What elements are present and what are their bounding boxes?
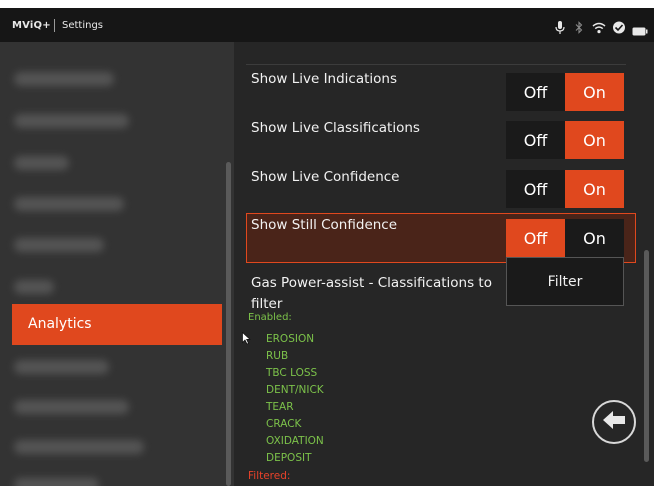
filter-button[interactable]: Filter <box>506 257 624 306</box>
sidebar-item-label: Analytics <box>28 316 92 332</box>
enabled-item: TBC LOSS <box>266 367 318 379</box>
sidebar-item-blurred[interactable] <box>14 197 124 211</box>
toggle-on-button[interactable]: On <box>565 219 624 257</box>
enabled-item: RUB <box>266 350 289 362</box>
enabled-item: EROSION <box>266 333 315 345</box>
sidebar-item-analytics[interactable]: Analytics <box>12 304 222 345</box>
enabled-label: Enabled: <box>248 312 292 323</box>
sidebar-item-blurred[interactable] <box>14 238 104 252</box>
enabled-item: TEAR <box>266 401 294 413</box>
wifi-icon <box>592 19 606 38</box>
sidebar-item-blurred[interactable] <box>14 478 99 486</box>
toggle-off-button[interactable]: Off <box>506 121 565 159</box>
show-still-confidence-toggle: Off On <box>506 219 624 257</box>
setting-label: Show Still Confidence <box>251 217 398 233</box>
show-live-classifications-toggle: Off On <box>506 121 624 159</box>
settings-panel: Show Live Indications Off On Show Live C… <box>234 42 654 486</box>
sidebar: Analytics <box>0 42 234 486</box>
brand-logo: MViQ+ <box>12 20 51 31</box>
toggle-off-button[interactable]: Off <box>506 73 565 111</box>
toggle-on-button[interactable]: On <box>565 121 624 159</box>
toggle-off-button[interactable]: Off <box>506 219 565 257</box>
battery-icon <box>632 21 648 40</box>
enabled-item: DENT/NICK <box>266 384 324 396</box>
toggle-on-button[interactable]: On <box>565 73 624 111</box>
sidebar-item-blurred[interactable] <box>14 400 129 414</box>
back-button[interactable] <box>592 400 636 444</box>
sidebar-item-blurred[interactable] <box>14 156 69 170</box>
sidebar-scrollbar[interactable] <box>226 162 231 486</box>
enabled-item: OXIDATION <box>266 435 324 447</box>
sidebar-item-blurred[interactable] <box>14 72 114 86</box>
sidebar-item-blurred[interactable] <box>14 440 144 454</box>
setting-label: Show Live Indications <box>251 71 398 87</box>
arrow-left-icon <box>601 409 627 435</box>
sidebar-item-blurred[interactable] <box>14 114 129 128</box>
filtered-label: Filtered: <box>248 470 291 482</box>
microphone-icon <box>555 19 565 38</box>
screen-title: Settings <box>62 20 104 31</box>
setting-label: Show Live Classifications <box>251 120 420 136</box>
show-live-confidence-toggle: Off On <box>506 170 624 208</box>
setting-label: Show Live Confidence <box>251 169 400 185</box>
row-divider <box>246 64 626 65</box>
sync-icon <box>612 19 626 38</box>
device-screen: MViQ+ Settings Analytics Show Live Indic… <box>0 8 654 486</box>
gas-filter-label-line1: Gas Power-assist - Classifications to <box>251 275 492 291</box>
toggle-off-button[interactable]: Off <box>506 170 565 208</box>
status-bar: MViQ+ Settings <box>0 8 654 42</box>
sidebar-item-blurred[interactable] <box>14 280 54 294</box>
enabled-item: CRACK <box>266 418 302 430</box>
bluetooth-icon <box>575 19 583 38</box>
brand-divider <box>54 19 55 32</box>
mouse-cursor-icon <box>242 330 251 349</box>
gas-filter-label: Gas Power-assist - Classifications to fi… <box>251 274 492 314</box>
sidebar-item-blurred[interactable] <box>14 360 109 374</box>
enabled-item: DEPOSIT <box>266 452 312 464</box>
settings-scrollbar[interactable] <box>644 250 649 462</box>
show-live-indications-toggle: Off On <box>506 73 624 111</box>
toggle-on-button[interactable]: On <box>565 170 624 208</box>
